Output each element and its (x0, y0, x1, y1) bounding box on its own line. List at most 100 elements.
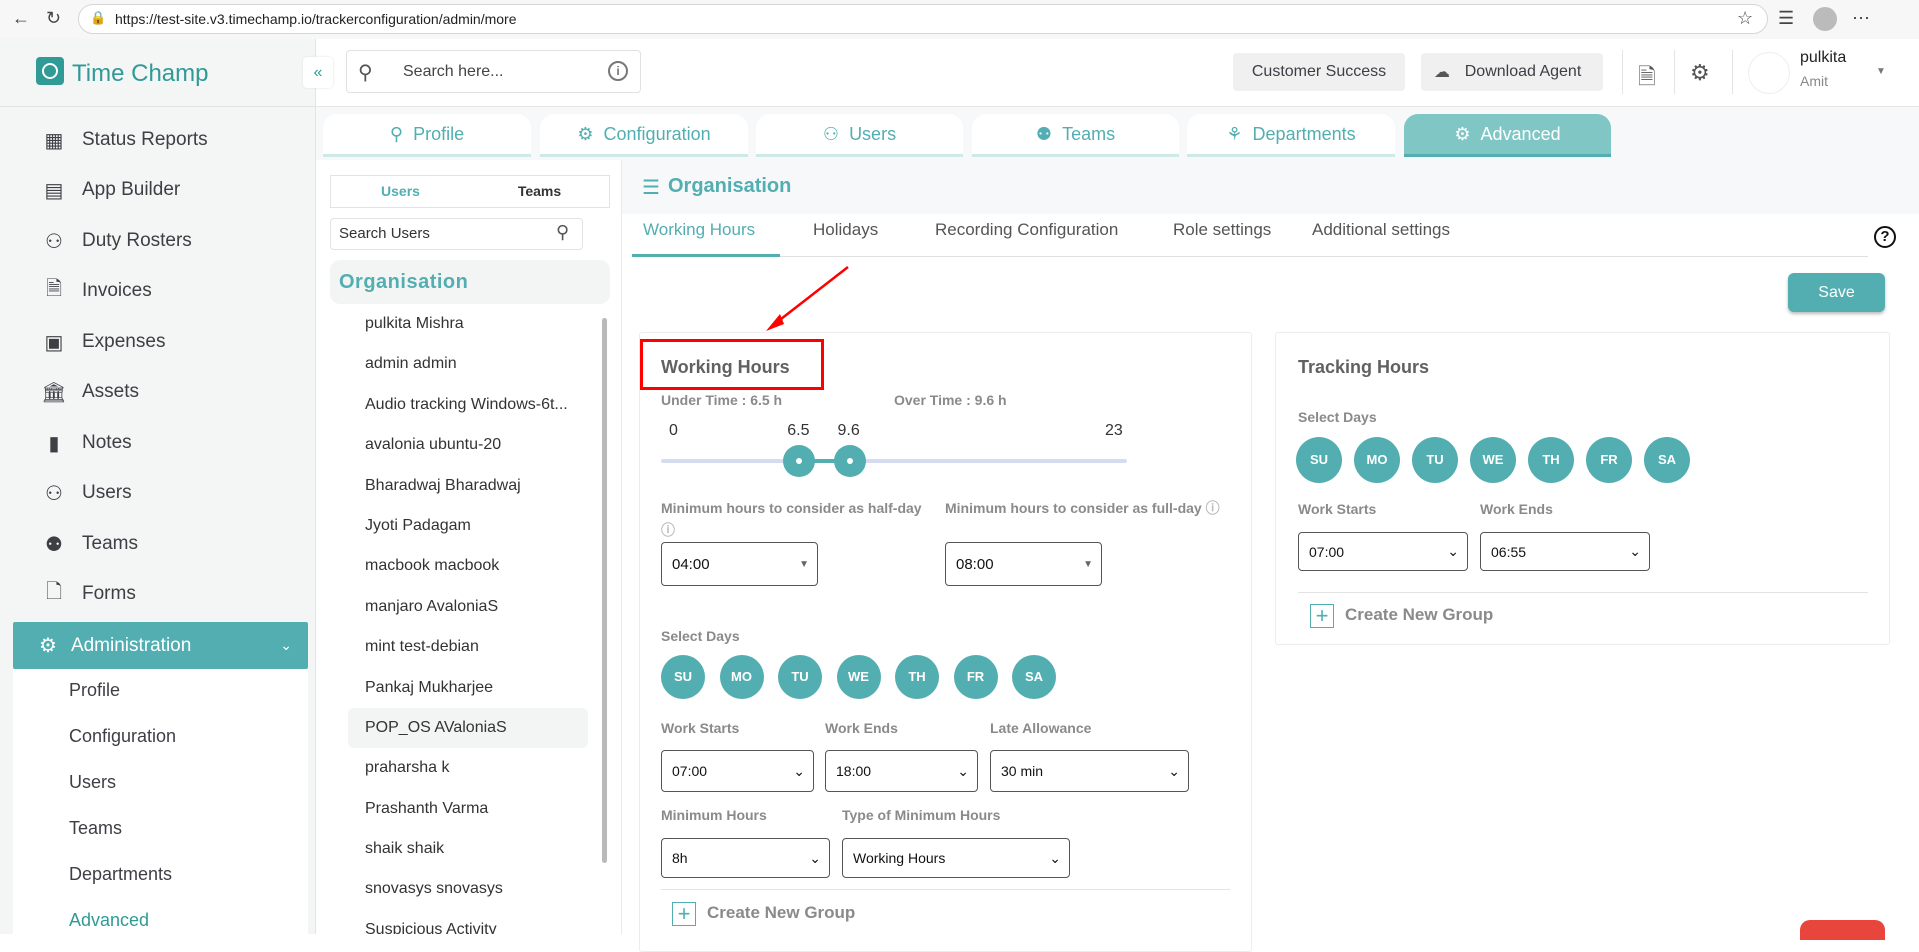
chat-widget-button[interactable] (1800, 920, 1885, 940)
day-sa[interactable]: SA (1644, 437, 1690, 483)
submenu-advanced[interactable]: Advanced (69, 910, 149, 931)
more-icon[interactable]: ⋯ (1852, 8, 1870, 29)
organisation-item[interactable]: Organisation (330, 260, 610, 304)
day-mo[interactable]: MO (1354, 437, 1400, 483)
menu-icon[interactable]: ☰ (642, 175, 660, 200)
help-icon[interactable]: ? (1874, 226, 1896, 248)
favorites-icon[interactable]: ☰ (1778, 8, 1794, 29)
sidebar-item-duty-rosters[interactable]: ⚇ Duty Rosters (40, 221, 192, 261)
profile-icon[interactable] (1813, 7, 1837, 31)
day-we[interactable]: WE (1470, 437, 1516, 483)
half-day-select[interactable]: 04:00 ▼ (661, 542, 818, 586)
list-item[interactable]: praharsha k (348, 748, 588, 788)
list-item[interactable]: snovasys snovasys (348, 869, 588, 909)
submenu-configuration[interactable]: Configuration (69, 726, 176, 747)
day-su[interactable]: SU (1296, 437, 1342, 483)
toggle-teams[interactable]: Teams (470, 176, 609, 207)
tab-advanced[interactable]: ⚙ Advanced (1404, 114, 1611, 157)
work-ends-select[interactable]: 18:00 ⌄ (825, 750, 978, 792)
customer-success-button[interactable]: Customer Success (1233, 53, 1405, 91)
list-item[interactable]: macbook macbook (348, 546, 588, 586)
scrollbar[interactable] (602, 318, 607, 863)
reload-icon[interactable]: ↻ (46, 8, 61, 29)
tab-role-settings[interactable]: Role settings (1173, 220, 1271, 240)
list-item[interactable]: Suspicious Activity (348, 910, 588, 934)
slider-handle-high[interactable] (833, 445, 866, 477)
tab-holidays[interactable]: Holidays (813, 220, 878, 240)
work-starts-select[interactable]: 07:00 ⌄ (661, 750, 814, 792)
sidebar-item-forms[interactable]: 🗋 Forms (40, 574, 136, 614)
list-item[interactable]: Pankaj Mukharjee (348, 668, 588, 708)
slider-handle-low[interactable] (783, 445, 816, 477)
submenu-profile[interactable]: Profile (69, 680, 120, 701)
day-tu[interactable]: TU (1412, 437, 1458, 483)
toggle-users[interactable]: Users (331, 176, 470, 207)
sidebar-item-teams[interactable]: ⚉ Teams (40, 524, 138, 564)
tab-profile[interactable]: ⚲ Profile (323, 114, 531, 157)
list-item[interactable]: POP_OS AValoniaS (348, 707, 588, 749)
address-bar[interactable]: https://test-site.v3.timechamp.io/tracke… (78, 4, 1768, 34)
late-allowance-select[interactable]: 30 min ⌄ (990, 750, 1189, 792)
list-item[interactable]: shaik shaik (348, 829, 588, 869)
caret-down-icon[interactable]: ▼ (1876, 66, 1886, 77)
day-mo[interactable]: MO (719, 655, 764, 699)
day-fr[interactable]: FR (953, 655, 998, 699)
plus-icon[interactable]: + (1310, 604, 1334, 628)
list-item[interactable]: manjaro AvaloniaS (348, 587, 588, 627)
save-button[interactable]: Save (1788, 273, 1885, 312)
day-th[interactable]: TH (1528, 437, 1574, 483)
sidebar-item-invoices[interactable]: 🗎 Invoices (40, 271, 152, 311)
avatar[interactable] (1748, 52, 1790, 94)
back-icon[interactable]: ← (12, 8, 30, 29)
info-icon[interactable]: ⓘ (661, 522, 675, 538)
sidebar-item-users[interactable]: ⚇ Users (40, 473, 132, 513)
full-day-select[interactable]: 08:00 ▼ (945, 542, 1102, 586)
tab-users[interactable]: ⚇ Users (756, 114, 963, 157)
type-min-hours-select[interactable]: Working Hours ⌄ (842, 838, 1070, 878)
info-icon[interactable]: i (608, 61, 628, 81)
list-item[interactable]: admin admin (348, 344, 588, 384)
info-icon[interactable]: ⓘ (1206, 500, 1220, 516)
sidebar-item-notes[interactable]: ▮ Notes (40, 423, 131, 463)
search-input[interactable]: Search here... (346, 50, 641, 93)
tab-additional-settings[interactable]: Additional settings (1312, 220, 1450, 240)
tracking-work-starts-select[interactable]: 07:00 ⌄ (1298, 532, 1468, 571)
tab-configuration[interactable]: ⚙ Configuration (540, 114, 748, 157)
sidebar-item-expenses[interactable]: ▣ Expenses (40, 322, 166, 362)
list-item[interactable]: mint test-debian (348, 627, 588, 667)
collapse-sidebar-button[interactable]: « (303, 57, 333, 88)
tab-recording-configuration[interactable]: Recording Configuration (935, 220, 1118, 240)
day-fr[interactable]: FR (1586, 437, 1632, 483)
list-item[interactable]: Audio tracking Windows-6t... (348, 385, 588, 425)
day-sa[interactable]: SA (1012, 655, 1056, 699)
list-item[interactable]: Jyoti Padagam (348, 506, 588, 546)
submenu-teams[interactable]: Teams (69, 818, 122, 839)
tab-departments[interactable]: ⚘ Departments (1187, 114, 1395, 157)
logo[interactable]: Time Champ (36, 57, 208, 88)
sidebar-item-assets[interactable]: 🏛 Assets (40, 372, 139, 412)
list-item[interactable]: pulkita Mishra (348, 304, 588, 344)
sidebar-item-app-builder[interactable]: ▤ App Builder (40, 170, 181, 210)
sidebar-item-status-reports[interactable]: ▦ Status Reports (40, 120, 208, 160)
search-users-input[interactable]: Search Users (330, 218, 583, 250)
tab-working-hours[interactable]: Working Hours (643, 220, 755, 240)
tab-teams[interactable]: ⚉ Teams (972, 114, 1179, 157)
list-item[interactable]: Prashanth Varma (348, 789, 588, 829)
sidebar-item-administration[interactable]: ⚙ Administration ⌄ (13, 622, 308, 669)
star-icon[interactable]: ☆ (1737, 8, 1753, 29)
settings-icon[interactable]: ⚙ (1690, 60, 1710, 86)
min-hours-select[interactable]: 8h ⌄ (661, 838, 830, 878)
plus-icon[interactable]: + (672, 902, 696, 926)
create-new-group-link[interactable]: Create New Group (707, 903, 855, 923)
create-new-group-link[interactable]: Create New Group (1345, 605, 1493, 625)
day-tu[interactable]: TU (778, 655, 822, 699)
day-we[interactable]: WE (836, 655, 881, 699)
list-item[interactable]: avalonia ubuntu-20 (348, 425, 588, 465)
list-item[interactable]: Bharadwaj Bharadwaj (348, 466, 588, 506)
day-su[interactable]: SU (661, 655, 705, 699)
tracking-work-ends-select[interactable]: 06:55 ⌄ (1480, 532, 1650, 571)
document-icon[interactable]: 🗎 (1638, 60, 1656, 98)
submenu-users[interactable]: Users (69, 772, 116, 793)
day-th[interactable]: TH (895, 655, 939, 699)
user-name[interactable]: pulkita (1800, 49, 1846, 67)
